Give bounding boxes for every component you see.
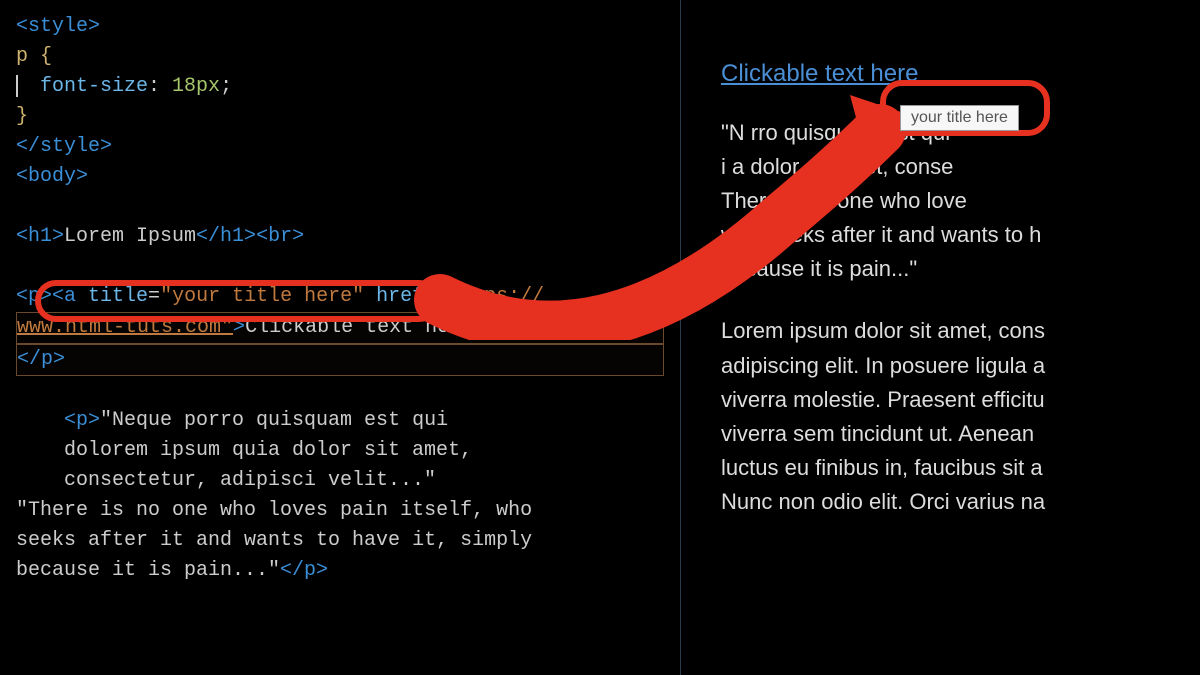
code-selector: p <box>16 45 28 68</box>
code-tag: </p> <box>17 348 65 371</box>
preview-text: viverra sem tincidunt ut. Aenean <box>721 421 1034 446</box>
code-text: ; <box>220 75 232 98</box>
preview-text: Nunc non odio elit. Orci varius na <box>721 489 1045 514</box>
code-text: Lorem Ipsum <box>64 225 196 248</box>
code-tag: <body> <box>16 165 88 188</box>
code-text: : <box>148 75 172 98</box>
code-tag: </style> <box>16 135 112 158</box>
code-text: "There is no one who loves pain itself, … <box>16 499 532 522</box>
code-tag: <p> <box>64 409 100 432</box>
code-text: consectetur, adipisci velit..." <box>64 469 436 492</box>
highlight-circle-code <box>35 280 440 322</box>
code-tag: <style> <box>16 15 100 38</box>
code-brace: { <box>28 45 52 68</box>
code-tag: <br> <box>256 225 304 248</box>
code-tag: </h1> <box>196 225 256 248</box>
code-text: because it is pain..." <box>16 559 280 582</box>
code-value: 18px <box>172 75 220 98</box>
code-text: seeks after it and wants to have it, sim… <box>16 529 532 552</box>
annotation-arrow-icon <box>400 80 920 340</box>
preview-text: luctus eu finibus in, faucibus sit a <box>721 455 1043 480</box>
preview-paragraph-2: Lorem ipsum dolor sit amet, cons adipisc… <box>721 314 1170 519</box>
code-brace: } <box>16 105 28 128</box>
preview-text: viverra molestie. Praesent efficitu <box>721 387 1045 412</box>
cursor-icon <box>16 75 18 97</box>
code-tag: </p> <box>280 559 328 582</box>
code-text: "Neque porro quisquam est qui <box>100 409 448 432</box>
code-tag: <h1> <box>16 225 64 248</box>
code-text: dolorem ipsum quia dolor sit amet, <box>64 439 472 462</box>
code-prop: font-size <box>40 75 148 98</box>
preview-text: adipiscing elit. In posuere ligula a <box>721 353 1045 378</box>
tooltip-popup: your title here <box>900 105 1019 131</box>
